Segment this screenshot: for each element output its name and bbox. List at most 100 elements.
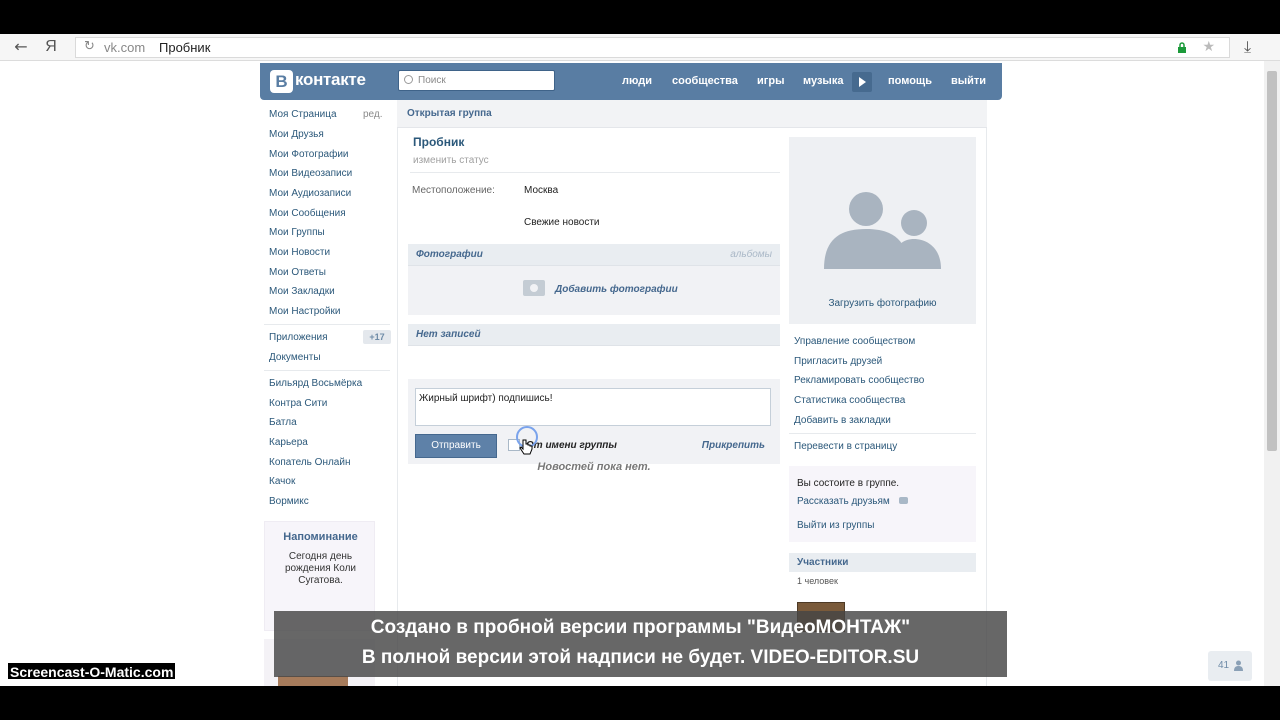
menu-my-photos[interactable]: Мои Фотографии (269, 149, 349, 160)
from-group-label[interactable]: От имени группы (526, 440, 617, 451)
menu-my-videos[interactable]: Мои Видеозаписи (269, 168, 352, 179)
notification-counter[interactable]: 41 (1208, 651, 1252, 681)
menu-divider (264, 324, 390, 325)
watermark-banner: Создано в пробной версии программы "Виде… (274, 611, 1007, 677)
browser-window: ← Я ↻ vk.com Пробник ★ ⤓ В контакте Поис… (0, 34, 1280, 686)
menu-game-digger[interactable]: Копатель Онлайн (269, 457, 350, 468)
leave-group-link[interactable]: Выйти из группы (797, 520, 874, 531)
menu-my-friends[interactable]: Мои Друзья (269, 129, 324, 140)
menu-game-career[interactable]: Карьера (269, 437, 308, 448)
menu-game-contra-city[interactable]: Контра Сити (269, 398, 327, 409)
add-bookmark-link[interactable]: Добавить в закладки (794, 415, 891, 426)
vk-header: В контакте Поиск люди сообщества игры му… (260, 63, 1002, 100)
menu-my-groups[interactable]: Мои Группы (269, 227, 325, 238)
lock-icon (1178, 42, 1186, 53)
apps-count-badge: +17 (363, 330, 391, 344)
vk-logo-text: контакте (295, 70, 366, 89)
group-name: Пробник (413, 135, 465, 149)
post-textarea[interactable]: Жирный шрифт) подпишись! (415, 388, 771, 426)
edit-menu-link[interactable]: ред. (363, 109, 383, 120)
menu-game-wormix[interactable]: Вормикс (269, 496, 309, 507)
participants-count: 1 человек (797, 576, 838, 586)
nav-people[interactable]: люди (622, 75, 652, 87)
add-photos-link[interactable]: Добавить фотографии (555, 284, 678, 295)
bookmark-star-icon[interactable]: ★ (1202, 39, 1215, 55)
photos-header[interactable]: Фотографии альбомы (408, 244, 780, 266)
menu-my-page[interactable]: Моя Страница (269, 109, 337, 120)
reload-icon[interactable]: ↻ (84, 39, 95, 54)
news-link[interactable]: Свежие новости (524, 217, 600, 228)
tell-friends-link[interactable]: Рассказать друзьям (797, 496, 890, 507)
photos-title[interactable]: Фотографии (416, 249, 483, 260)
post-form: Жирный шрифт) подпишись! Отправить От им… (408, 379, 780, 464)
wall-title: Нет записей (416, 329, 481, 340)
back-arrow-icon[interactable]: ← (10, 37, 32, 57)
statistics-link[interactable]: Статистика сообщества (794, 395, 905, 406)
vk-logo-mark: В (270, 70, 293, 93)
music-play-icon[interactable] (852, 72, 872, 92)
reminder-text[interactable]: Сегодня день рождения Коли Сугатова. (271, 551, 370, 587)
photos-body: Добавить фотографии (408, 266, 780, 315)
nav-help[interactable]: помощь (888, 75, 932, 87)
right-divider (789, 433, 976, 434)
menu-game-batla[interactable]: Батла (269, 417, 297, 428)
info-divider (410, 172, 780, 173)
attach-link[interactable]: Прикрепить (702, 440, 765, 451)
letterbox-top (0, 0, 1280, 34)
search-input[interactable]: Поиск (398, 70, 555, 91)
no-news-text: Новостей пока нет. (537, 461, 651, 473)
reminder-title: Напоминание (283, 531, 358, 543)
nav-games[interactable]: игры (757, 75, 784, 87)
change-status-link[interactable]: изменить статус (413, 155, 489, 166)
url-field[interactable]: ↻ vk.com Пробник ★ (75, 37, 1230, 58)
nav-communities[interactable]: сообщества (672, 75, 738, 87)
group-placeholder-icon (824, 192, 941, 269)
menu-game-billiard[interactable]: Бильярд Восьмёрка (269, 378, 362, 389)
participants-title[interactable]: Участники (797, 557, 848, 568)
nav-logout[interactable]: выйти (951, 75, 986, 87)
menu-my-settings[interactable]: Мои Настройки (269, 306, 340, 317)
download-icon[interactable]: ⤓ (1244, 37, 1251, 57)
menu-my-answers[interactable]: Мои Ответы (269, 267, 326, 278)
albums-link[interactable]: альбомы (730, 249, 772, 260)
menu-my-messages[interactable]: Мои Сообщения (269, 208, 346, 219)
screen: ← Я ↻ vk.com Пробник ★ ⤓ В контакте Поис… (0, 0, 1280, 720)
counter-value: 41 (1218, 660, 1230, 671)
group-avatar[interactable]: Загрузить фотографию (789, 137, 976, 324)
upload-photo-link[interactable]: Загрузить фотографию (789, 298, 976, 309)
search-placeholder: Поиск (418, 75, 446, 86)
search-icon (404, 75, 413, 84)
yandex-button[interactable]: Я (40, 37, 62, 57)
nav-music[interactable]: музыка (803, 75, 843, 87)
send-button[interactable]: Отправить (415, 434, 497, 458)
location-value[interactable]: Москва (524, 185, 558, 196)
menu-divider (264, 370, 390, 371)
camera-icon[interactable] (523, 280, 545, 296)
wall-header: Нет записей (408, 324, 780, 346)
person-icon (1234, 660, 1243, 671)
group-type-label: Открытая группа (407, 108, 492, 119)
menu-apps[interactable]: Приложения (269, 332, 328, 343)
url-domain: vk.com (104, 40, 146, 55)
invite-friends-link[interactable]: Пригласить друзей (794, 356, 882, 367)
advertise-link[interactable]: Рекламировать сообщество (794, 375, 924, 386)
watermark-line-1: Создано в пробной версии программы "Виде… (370, 617, 911, 638)
menu-game-kachok[interactable]: Качок (269, 476, 295, 487)
scrollbar-thumb[interactable] (1267, 71, 1277, 451)
menu-my-news[interactable]: Мои Новости (269, 247, 330, 258)
page-scrollbar[interactable] (1264, 61, 1280, 686)
convert-to-page-link[interactable]: Перевести в страницу (794, 441, 897, 452)
manage-community-link[interactable]: Управление сообществом (794, 336, 915, 347)
watermark-line-2: В полной версии этой надписи не будет. V… (361, 647, 920, 668)
participants-header[interactable]: Участники (789, 553, 976, 572)
menu-documents[interactable]: Документы (269, 352, 321, 363)
menu-my-audio[interactable]: Мои Аудиозаписи (269, 188, 351, 199)
letterbox-bottom (0, 686, 1280, 720)
membership-box: Вы состоите в группе. Рассказать друзьям… (789, 466, 976, 542)
url-page-title: Пробник (159, 40, 211, 55)
group-type-bar: Открытая группа (397, 100, 987, 128)
address-bar: ← Я ↻ vk.com Пробник ★ ⤓ (0, 34, 1280, 61)
menu-my-bookmarks[interactable]: Мои Закладки (269, 286, 335, 297)
sidebar-ad-image[interactable] (278, 676, 348, 686)
hand-cursor-icon (519, 439, 533, 455)
